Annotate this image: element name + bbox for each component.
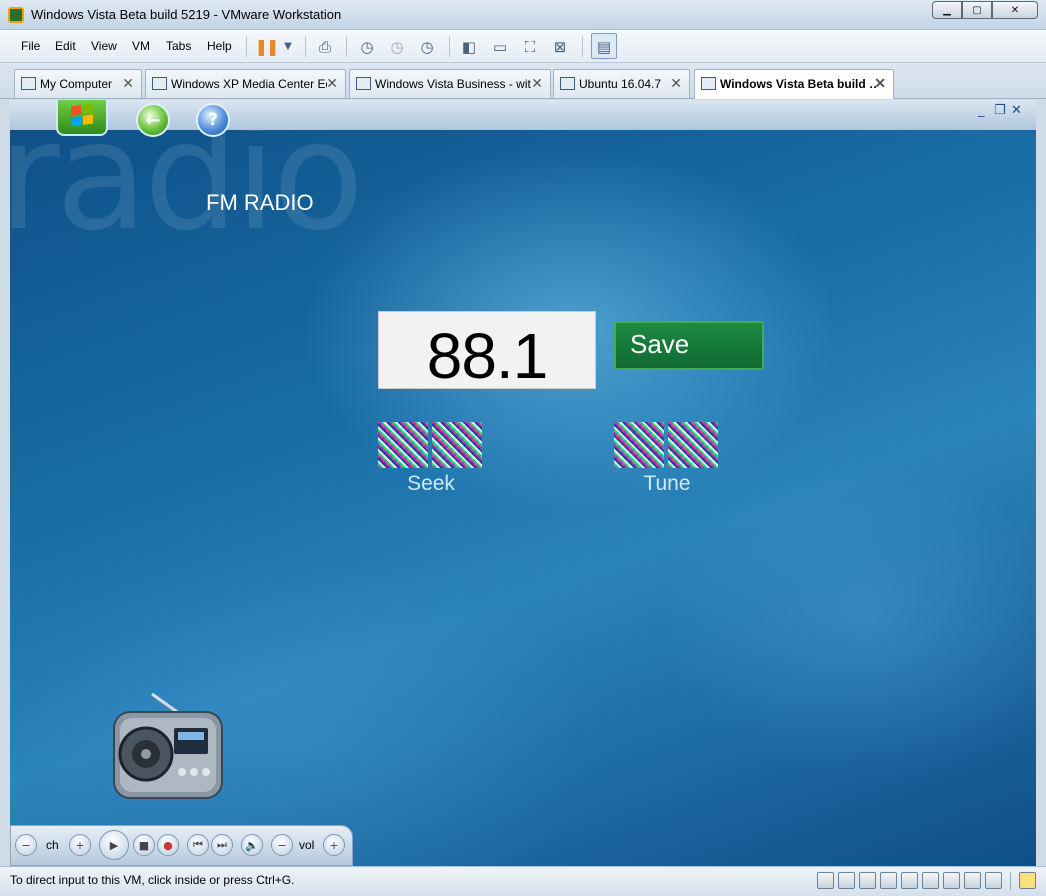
skip-back-button[interactable]: ⏮ [187, 834, 209, 856]
tune-control: Tune [614, 422, 720, 502]
pause-dropdown-icon[interactable]: ▼ [279, 38, 297, 55]
toolbar-separator [305, 37, 306, 57]
close-tab-icon[interactable]: ✕ [122, 75, 134, 92]
tab-label: Windows XP Media Center Edi… [171, 77, 327, 91]
volume-up-button[interactable]: + [323, 834, 345, 856]
menu-file[interactable]: File [21, 39, 40, 53]
close-window-button[interactable]: ✕ [992, 1, 1038, 19]
status-message: To direct input to this VM, click inside… [10, 873, 295, 887]
toolbar-separator [449, 37, 450, 57]
help-icon[interactable]: ? [196, 103, 230, 137]
channel-down-button[interactable]: − [15, 834, 37, 856]
vm-icon [560, 77, 575, 90]
tab-label: Windows Vista Business - with… [375, 77, 531, 91]
vm-display[interactable]: radio _ ❐ ✕ ← ? FM RADIO 88.1 Save Seek … [10, 100, 1036, 866]
toolbar-separator [346, 37, 347, 57]
volume-down-button[interactable]: − [271, 834, 293, 856]
menu-edit[interactable]: Edit [55, 39, 76, 53]
minimize-button[interactable]: ▁ [932, 1, 962, 19]
frequency-display: 88.1 [378, 311, 596, 392]
tab-my-computer[interactable]: My Computer ✕ [14, 69, 142, 98]
tab-label: My Computer [40, 77, 113, 91]
display-icon[interactable] [943, 872, 960, 889]
close-tab-icon[interactable]: ✕ [326, 75, 338, 92]
floppy-icon[interactable] [964, 872, 981, 889]
device-icons [817, 872, 1036, 890]
page-title: FM RADIO [206, 190, 314, 215]
vm-tab-bar: My Computer ✕ Windows XP Media Center Ed… [0, 63, 1046, 99]
channel-label: ch [46, 838, 59, 852]
tune-up-button[interactable] [668, 422, 718, 468]
play-button[interactable]: ▶ [99, 830, 129, 860]
volume-label: vol [299, 838, 315, 852]
mute-button[interactable]: 🔈 [241, 834, 263, 856]
frequency-value: 88.1 [426, 320, 549, 392]
tab-label: Windows Vista Beta build … [720, 77, 876, 91]
toolbar-separator [582, 37, 583, 57]
menu-toolbar: File Edit View VM Tabs Help ❚❚ ▼ ⎙ ◷ ◷ ◷… [0, 30, 1046, 63]
console-view-icon: ▤ [596, 37, 612, 56]
save-button[interactable]: Save [614, 321, 764, 370]
stop-button[interactable]: ■ [133, 834, 155, 856]
pause-icon[interactable]: ❚❚ [255, 37, 280, 56]
window-titlebar: Windows Vista Beta build 5219 - VMware W… [0, 0, 1046, 30]
snapshot-revert-icon[interactable]: ◷ [388, 38, 406, 56]
sound-icon[interactable] [922, 872, 939, 889]
usb-icon[interactable] [880, 872, 897, 889]
snapshot-manager-icon[interactable]: ◷ [418, 38, 436, 56]
skip-forward-button[interactable]: ⏭ [211, 834, 233, 856]
mc-close-icon[interactable]: ✕ [1011, 103, 1022, 118]
status-bar: To direct input to this VM, click inside… [0, 866, 1046, 896]
network-icon[interactable] [859, 872, 876, 889]
menu-tabs[interactable]: Tabs [166, 39, 191, 53]
unity-icon[interactable]: ⊠ [551, 38, 569, 56]
vm-icon [152, 77, 167, 90]
menu-vm[interactable]: VM [132, 39, 150, 53]
mc-minimize-icon[interactable]: _ [978, 103, 985, 118]
seek-down-button[interactable] [378, 422, 428, 468]
seek-up-button[interactable] [432, 422, 482, 468]
vm-icon [356, 77, 371, 90]
cd-rom-icon[interactable] [838, 872, 855, 889]
toolbar-separator [246, 37, 247, 57]
tab-windows-xp-media-center[interactable]: Windows XP Media Center Edi… ✕ [145, 69, 346, 98]
seek-control: Seek [378, 422, 484, 502]
radio-icon [113, 692, 223, 799]
notes-icon[interactable] [1019, 872, 1036, 889]
seek-label: Seek [407, 472, 455, 495]
menu-help[interactable]: Help [207, 39, 232, 53]
window-controls: ▁ ▢ ✕ [932, 1, 1038, 19]
vmware-app-icon [8, 7, 24, 23]
maximize-button[interactable]: ▢ [962, 1, 992, 19]
hard-disk-icon[interactable] [817, 872, 834, 889]
close-tab-icon[interactable]: ✕ [670, 75, 682, 92]
windows-orb-icon[interactable] [56, 100, 108, 136]
vm-running-icon [701, 77, 716, 90]
status-separator [1010, 872, 1011, 890]
tab-ubuntu[interactable]: Ubuntu 16.04.7 ✕ [553, 69, 690, 98]
back-arrow-icon[interactable]: ← [136, 103, 170, 137]
show-library-icon[interactable]: ◧ [460, 38, 478, 56]
close-tab-icon[interactable]: ✕ [874, 75, 886, 92]
transport-controls: − ch + ▶ ■ ● ⏮ ⏭ 🔈 − vol + [10, 825, 353, 866]
windows-flag-icon [71, 103, 93, 127]
thumbnail-bar-icon[interactable]: ▭ [491, 38, 509, 56]
record-button[interactable]: ● [157, 834, 179, 856]
window-title: Windows Vista Beta build 5219 - VMware W… [31, 7, 342, 22]
computer-icon [21, 77, 36, 90]
close-tab-icon[interactable]: ✕ [531, 75, 543, 92]
printer-icon[interactable] [901, 872, 918, 889]
tab-windows-vista-business[interactable]: Windows Vista Business - with… ✕ [349, 69, 551, 98]
fullscreen-icon[interactable]: ⛶ [521, 38, 539, 56]
tune-down-button[interactable] [614, 422, 664, 468]
send-ctrl-alt-del-icon[interactable]: ⎙ [316, 38, 334, 56]
shared-folder-icon[interactable] [985, 872, 1002, 889]
channel-up-button[interactable]: + [69, 834, 91, 856]
mc-restore-icon[interactable]: ❐ [994, 103, 1006, 118]
tab-label: Ubuntu 16.04.7 [579, 77, 662, 91]
menu-view[interactable]: View [91, 39, 117, 53]
tab-windows-vista-beta[interactable]: Windows Vista Beta build … ✕ [694, 69, 894, 99]
snapshot-take-icon[interactable]: ◷ [358, 38, 376, 56]
tune-label: Tune [643, 472, 691, 495]
